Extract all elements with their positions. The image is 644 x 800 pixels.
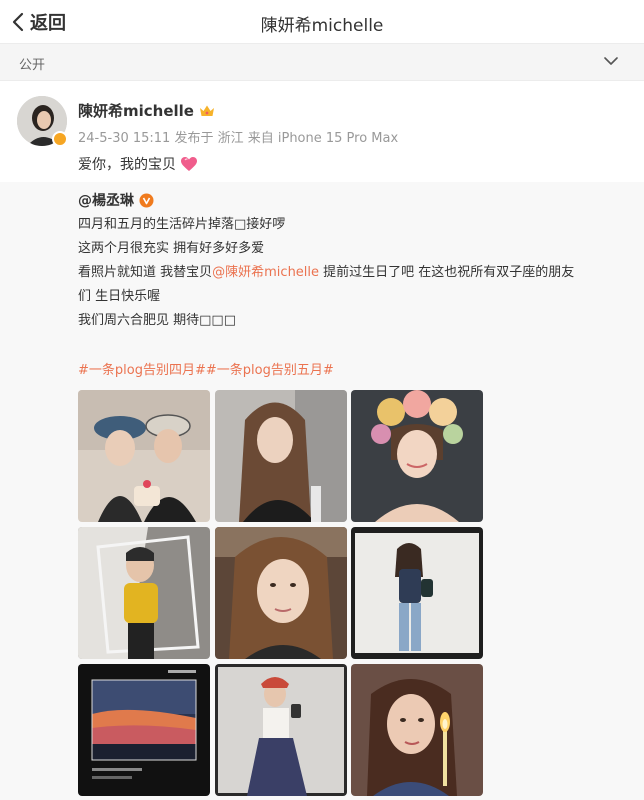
photo-woman-closeup-portrait[interactable] — [215, 527, 347, 659]
post-author-name: 陳妍希michelle — [78, 102, 194, 120]
repost-text-line: 这两个月很充实 拥有好多好多爱 — [78, 241, 265, 256]
post-content-text: 爱你，我的宝贝 — [78, 157, 176, 173]
photo-two-women-bucket-hats-cake[interactable] — [78, 390, 210, 522]
photo-grid — [78, 390, 483, 796]
chevron-down-icon — [604, 57, 618, 65]
top-bar: 返回 陳妍希michelle — [0, 0, 644, 44]
heart-emoji-icon — [181, 157, 197, 171]
repost-text-line: 四月和五月的生活碎片掉落□接好啰 — [78, 217, 286, 232]
repost-text-part: 提前过生日了吧 在这也祝所有双子座的朋友 — [319, 265, 575, 280]
repost-text-line: 们 生日快乐喔 — [78, 289, 161, 304]
repost-text-line: 看照片就知道 我替宝贝@陳妍希michelle 提前过生日了吧 在这也祝所有双子… — [78, 264, 574, 282]
photo-woman-long-hair-selfie[interactable] — [215, 390, 347, 522]
visibility-selector[interactable]: 公开 — [0, 44, 644, 81]
hashtag-links[interactable]: #一条plog告别四月##一条plog告别五月# — [78, 359, 334, 378]
crown-icon — [199, 105, 214, 116]
verified-badge-icon — [52, 131, 68, 147]
photo-sunset-window-style[interactable] — [78, 664, 210, 796]
repost-block[interactable]: @楊丞琳 四月和五月的生活碎片掉落□接好啰 这两个月很充实 拥有好多好多爱 看照… — [0, 182, 644, 800]
mention-link[interactable]: @陳妍希michelle — [212, 265, 319, 280]
page-title: 陳妍希michelle — [260, 16, 384, 36]
visibility-label: 公开 — [19, 58, 46, 73]
photo-woman-denim-white-room[interactable] — [351, 527, 483, 659]
verified-v-icon — [139, 193, 154, 207]
post-author[interactable]: 陳妍希michelle — [78, 100, 215, 121]
post-header: 陳妍希michelle 24-5-30 15:11 发布于 浙江 来自 iPho… — [0, 82, 644, 182]
repost-author-name: @楊丞琳 — [78, 193, 134, 209]
photo-woman-birthday-candle[interactable] — [351, 664, 483, 796]
post-meta: 24-5-30 15:11 发布于 浙江 来自 iPhone 15 Pro Ma… — [78, 131, 399, 146]
photo-woman-flower-crown[interactable] — [351, 390, 483, 522]
repost-text-line: 我们周六合肥见 期待□□□ — [78, 313, 236, 328]
repost-text-part: 看照片就知道 我替宝贝 — [78, 265, 213, 280]
photo-woman-mirror-selfie-dress[interactable] — [215, 664, 347, 796]
repost-author[interactable]: @楊丞琳 — [78, 190, 154, 210]
photo-woman-yellow-top-mirror[interactable] — [78, 527, 210, 659]
post-content: 爱你，我的宝贝 — [78, 154, 198, 174]
